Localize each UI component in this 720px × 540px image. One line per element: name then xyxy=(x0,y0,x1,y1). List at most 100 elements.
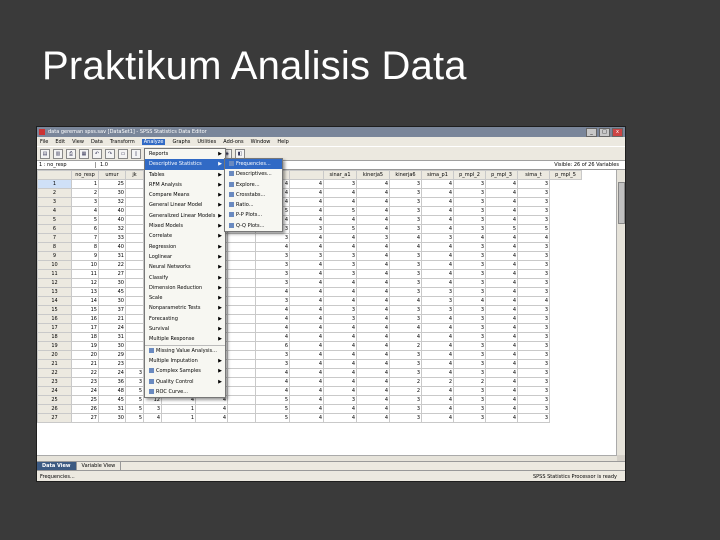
data-cell[interactable]: 4 xyxy=(421,206,454,216)
data-cell[interactable] xyxy=(125,188,144,198)
data-cell[interactable] xyxy=(125,269,144,279)
data-cell[interactable] xyxy=(125,350,144,360)
data-cell[interactable] xyxy=(125,206,144,216)
data-cell[interactable]: 4 xyxy=(485,206,518,216)
data-cell[interactable]: 4 xyxy=(255,386,290,396)
data-cell[interactable]: 23 xyxy=(98,359,126,369)
menu-item-quality-control[interactable]: Quality Control ▶ xyxy=(145,377,225,387)
data-cell[interactable]: 4 xyxy=(289,269,324,279)
data-cell[interactable]: 4 xyxy=(289,386,324,396)
goto-case-icon[interactable]: ▭ xyxy=(118,148,128,159)
data-cell[interactable]: 4 xyxy=(323,377,357,387)
data-cell[interactable]: 4 xyxy=(356,215,390,225)
data-cell[interactable]: 4 xyxy=(356,197,390,207)
data-cell[interactable] xyxy=(227,413,256,423)
data-cell[interactable]: 4 xyxy=(323,278,357,288)
menu-item-roc-curve[interactable]: ROC Curve... xyxy=(145,387,225,397)
data-cell[interactable]: 4 xyxy=(289,332,324,342)
data-cell[interactable]: 3 xyxy=(323,251,357,261)
data-cell[interactable] xyxy=(125,323,144,333)
data-cell[interactable] xyxy=(125,251,144,261)
data-cell[interactable]: 3 xyxy=(71,197,99,207)
data-cell[interactable]: 3 xyxy=(453,206,486,216)
row-number[interactable]: 4 xyxy=(37,206,72,216)
data-cell[interactable]: 7 xyxy=(71,233,99,243)
data-cell[interactable]: 2 xyxy=(389,341,422,351)
data-cell[interactable]: 30 xyxy=(98,341,126,351)
data-cell[interactable] xyxy=(125,341,144,351)
data-cell[interactable]: 4 xyxy=(289,323,324,333)
data-cell[interactable]: 25 xyxy=(98,179,126,189)
data-cell[interactable]: 9 xyxy=(71,251,99,261)
data-cell[interactable]: 4 xyxy=(485,404,518,414)
data-cell[interactable]: 4 xyxy=(289,260,324,270)
data-cell[interactable]: 20 xyxy=(71,350,99,360)
data-cell[interactable] xyxy=(227,350,256,360)
data-cell[interactable]: 3 xyxy=(323,269,357,279)
data-cell[interactable]: 3 xyxy=(517,350,550,360)
data-grid[interactable]: no_resp umur jk sinar_a1 kinerja5 kinerja6 sim… xyxy=(37,170,617,455)
data-cell[interactable]: 3 xyxy=(389,413,422,423)
data-cell[interactable]: 21 xyxy=(98,314,126,324)
data-cell[interactable]: 4 xyxy=(485,314,518,324)
data-cell[interactable] xyxy=(227,359,256,369)
data-cell[interactable]: 4 xyxy=(323,386,357,396)
data-cell[interactable] xyxy=(125,224,144,234)
data-cell[interactable]: 3 xyxy=(125,368,144,378)
data-cell[interactable]: 3 xyxy=(517,278,550,288)
data-cell[interactable]: 3 xyxy=(389,359,422,369)
row-number[interactable]: 22 xyxy=(37,368,72,378)
data-cell[interactable]: 21 xyxy=(71,359,99,369)
data-cell[interactable]: 3 xyxy=(453,251,486,261)
data-cell[interactable] xyxy=(227,233,256,243)
data-cell[interactable] xyxy=(227,341,256,351)
data-cell[interactable]: 4 xyxy=(356,305,390,315)
data-cell[interactable]: 3 xyxy=(389,305,422,315)
data-cell[interactable]: 3 xyxy=(389,224,422,234)
data-cell[interactable]: 3 xyxy=(421,233,454,243)
data-cell[interactable]: 4 xyxy=(485,413,518,423)
data-cell[interactable]: 2 xyxy=(421,377,454,387)
data-cell[interactable]: 24 xyxy=(98,323,126,333)
data-cell[interactable]: 3 xyxy=(255,350,290,360)
data-cell[interactable] xyxy=(125,278,144,288)
data-cell[interactable]: 4 xyxy=(289,305,324,315)
data-cell[interactable]: 4 xyxy=(195,413,228,423)
data-cell[interactable]: 3 xyxy=(323,395,357,405)
row-number[interactable]: 9 xyxy=(37,251,72,261)
data-cell[interactable] xyxy=(227,287,256,297)
data-cell[interactable]: 3 xyxy=(453,413,486,423)
column-header[interactable]: p_mpl_5 xyxy=(549,170,582,180)
data-cell[interactable]: 4 xyxy=(389,323,422,333)
row-number[interactable]: 12 xyxy=(37,278,72,288)
row-number[interactable]: 10 xyxy=(37,260,72,270)
menu-item-survival[interactable]: Survival ▶ xyxy=(145,324,225,334)
cell-reference[interactable]: 1 : no_resp xyxy=(37,162,96,168)
menu-file[interactable]: File xyxy=(40,139,48,145)
data-cell[interactable]: 4 xyxy=(289,296,324,306)
data-cell[interactable]: 4 xyxy=(255,323,290,333)
data-cell[interactable]: 4 xyxy=(421,359,454,369)
data-cell[interactable]: 3 xyxy=(517,197,550,207)
data-cell[interactable] xyxy=(125,260,144,270)
menu-item-generalized-linear-models[interactable]: Generalized Linear Models ▶ xyxy=(145,211,225,221)
data-cell[interactable]: 3 xyxy=(517,377,550,387)
close-button[interactable]: x xyxy=(612,127,623,137)
data-cell[interactable]: 4 xyxy=(421,188,454,198)
data-cell[interactable]: 4 xyxy=(289,395,324,405)
data-cell[interactable]: 4 xyxy=(485,368,518,378)
data-cell[interactable]: 4 xyxy=(485,350,518,360)
data-cell[interactable] xyxy=(227,260,256,270)
data-cell[interactable]: 3 xyxy=(389,395,422,405)
data-cell[interactable]: 32 xyxy=(98,224,126,234)
data-cell[interactable] xyxy=(227,395,256,405)
column-header[interactable] xyxy=(289,170,324,180)
data-cell[interactable]: 4 xyxy=(421,260,454,270)
data-cell[interactable]: 4 xyxy=(356,179,390,189)
data-cell[interactable]: 3 xyxy=(421,296,454,306)
menu-item-neural-networks[interactable]: Neural Networks ▶ xyxy=(145,262,225,272)
data-cell[interactable]: 4 xyxy=(485,188,518,198)
data-cell[interactable]: 3 xyxy=(517,368,550,378)
data-cell[interactable]: 5 xyxy=(485,224,518,234)
data-cell[interactable]: 30 xyxy=(98,188,126,198)
